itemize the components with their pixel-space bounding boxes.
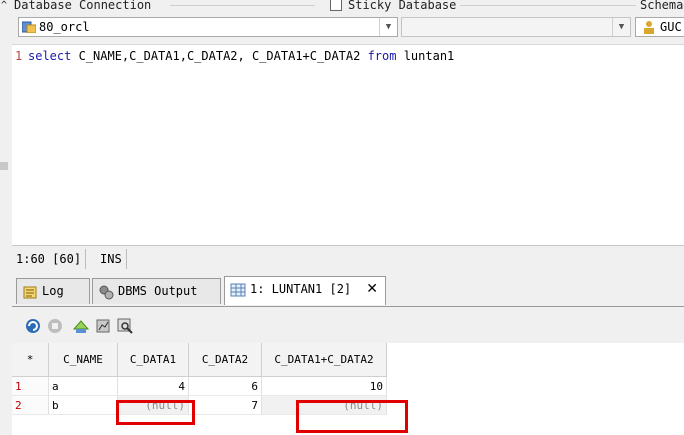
highlight-box-c-data1-null [116,400,195,425]
cursor-position: 1:60 [60] [12,249,87,269]
cell-sum[interactable]: 10 [261,376,387,396]
cell-c-data2[interactable]: 6 [188,376,262,396]
connection-toolbar: Database Connection Sticky Database Sche… [10,0,684,44]
schema-value: GUC [660,20,682,34]
table-name: luntan1 [396,49,455,63]
export-icon[interactable] [72,317,90,335]
close-icon[interactable]: ✕ [366,277,378,301]
schema-label: Schema [636,0,684,12]
log-icon [23,286,37,299]
database-icon [22,21,36,33]
keyword-from: from [367,49,397,63]
sql-editor[interactable]: 1 select C_NAME,C_DATA1,C_DATA2, C_DATA1… [12,44,684,245]
column-list: C_NAME,C_DATA1,C_DATA2, C_DATA1+C_DATA2 [71,49,368,63]
tab-dbms-output[interactable]: DBMS Output [92,278,221,304]
cell-c-name[interactable]: b [48,395,118,415]
insert-mode: INS [96,249,127,269]
output-tabs: Log DBMS Output 1: LUNTAN1 [2] ✕ [12,272,684,307]
connection-select[interactable]: 80_orcl ▼ [18,17,398,37]
tab-luntan1-results[interactable]: 1: LUNTAN1 [2] ✕ [224,276,386,305]
header-row: * C_NAME C_DATA1 C_DATA2 C_DATA1+C_DATA2 [12,343,387,377]
database-connection-label: Database Connection [10,0,156,12]
chevron-down-icon[interactable]: ▼ [612,18,630,36]
keyword-select: select [28,49,72,63]
column-header-sum[interactable]: C_DATA1+C_DATA2 [261,343,387,377]
splitter-handle[interactable] [0,162,8,170]
editor-status-bar: 1:60 [60] INS [12,245,684,272]
cursor-offset-text: [60] [52,252,82,266]
connection-value: 80_orcl [39,20,90,34]
result-grid: * C_NAME C_DATA1 C_DATA2 C_DATA1+C_DATA2… [12,343,684,435]
sql-code-line[interactable]: select C_NAME,C_DATA1,C_DATA2, C_DATA1+C… [28,49,454,63]
tab-dbms-output-label: DBMS Output [118,284,198,298]
result-toolbar [12,307,684,343]
line-number: 1 [15,49,23,63]
row-number[interactable]: 1 [12,376,49,396]
table-row[interactable]: 1 a 4 6 10 [12,376,387,396]
chevron-down-icon[interactable]: ▼ [379,18,397,36]
tab-log-label: Log [42,284,64,298]
cell-c-name[interactable]: a [48,376,118,396]
schema-select[interactable]: GUC [635,17,684,37]
sticky-database-checkbox[interactable] [330,0,342,11]
user-icon [644,21,654,34]
tab-luntan1-label: 1: LUNTAN1 [2] [250,282,352,296]
group-divider [452,5,642,6]
refresh-icon[interactable] [24,317,42,335]
grid-corner[interactable]: * [12,343,49,377]
highlight-box-sum-null [296,400,408,433]
group-divider [170,5,315,6]
column-header-c-data2[interactable]: C_DATA2 [188,343,262,377]
cursor-position-text: 1:60 [16,252,45,266]
cell-c-data2[interactable]: 7 [188,395,262,415]
row-number[interactable]: 2 [12,395,49,415]
find-icon[interactable] [116,317,134,335]
column-header-c-name[interactable]: C_NAME [48,343,118,377]
chart-icon[interactable] [94,317,112,335]
sticky-database-label: Sticky Database [344,0,461,12]
sql-window: ^ Database Connection Sticky Database Sc… [0,0,684,435]
left-gutter: ^ [0,0,12,435]
database-select[interactable]: ▼ [401,17,631,37]
gears-icon [99,285,114,300]
column-header-c-data1[interactable]: C_DATA1 [117,343,189,377]
stop-icon[interactable] [46,317,64,335]
tab-log[interactable]: Log [16,278,90,304]
table-grid-icon [230,283,246,297]
cell-c-data1[interactable]: 4 [117,376,189,396]
